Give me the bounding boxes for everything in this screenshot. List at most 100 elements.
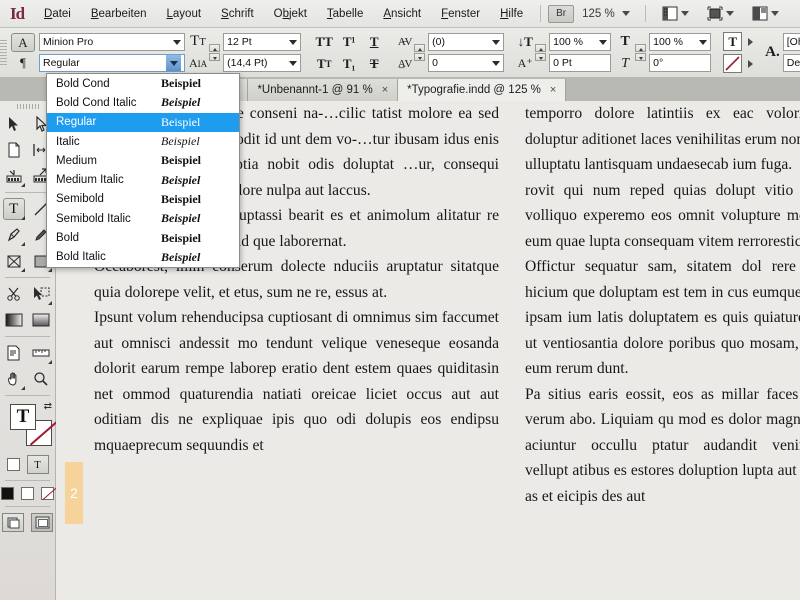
- font-style-field[interactable]: Regular: [39, 54, 185, 72]
- vertical-scale-field[interactable]: 100 %: [549, 33, 611, 51]
- chevron-down-icon[interactable]: [289, 61, 297, 66]
- chevron-down-icon[interactable]: [726, 11, 734, 16]
- style-option-bold-cond-italic[interactable]: Bold Cond Italic Beispiel: [47, 93, 239, 112]
- swap-fill-stroke-icon[interactable]: ⇄: [44, 401, 52, 412]
- baseline-shift-field[interactable]: 0 Pt: [549, 54, 611, 72]
- style-option-regular[interactable]: Regular Beispiel: [47, 113, 239, 132]
- style-option-medium-italic[interactable]: Medium Italic Beispiel: [47, 170, 239, 189]
- measure-tool[interactable]: [28, 340, 56, 366]
- subscript-icon[interactable]: T₁: [338, 54, 360, 73]
- pen-tool[interactable]: [0, 222, 28, 248]
- tool-flyout-indicator[interactable]: [48, 301, 52, 305]
- text-column-right[interactable]: temporro dolore latintiis ex eac voloria…: [525, 101, 800, 509]
- document-tab-unbenannt[interactable]: *Unbenannt-1 @ 91 % ×: [248, 79, 398, 101]
- superscript-icon[interactable]: T¹: [338, 32, 360, 51]
- chevron-down-icon[interactable]: [599, 40, 607, 45]
- gradient-feather-tool[interactable]: [28, 307, 56, 333]
- chevron-down-icon[interactable]: [681, 11, 689, 16]
- format-text-button[interactable]: T: [27, 455, 49, 474]
- zoom-tool[interactable]: [28, 366, 56, 392]
- small-caps-icon[interactable]: TT: [313, 54, 335, 73]
- page-tool[interactable]: [0, 137, 28, 163]
- chevron-down-icon[interactable]: [771, 11, 779, 16]
- type-tool[interactable]: T: [0, 196, 28, 222]
- tool-flyout-indicator[interactable]: [21, 242, 25, 246]
- tracking-field[interactable]: 0: [428, 54, 504, 72]
- style-option-medium[interactable]: Medium Beispiel: [47, 151, 239, 170]
- style-option-italic[interactable]: Italic Beispiel: [47, 132, 239, 151]
- free-transform-tool[interactable]: [28, 281, 56, 307]
- panel-gripper[interactable]: [0, 33, 7, 73]
- kerning-stepper[interactable]: [414, 44, 425, 61]
- fill-color-swatch[interactable]: T: [723, 32, 742, 51]
- horizontal-scale-field[interactable]: 100 %: [649, 33, 711, 51]
- stroke-flyout-arrow-icon[interactable]: [748, 60, 753, 68]
- chevron-down-icon[interactable]: [699, 40, 707, 45]
- content-collector-tool[interactable]: [0, 163, 28, 189]
- fill-swatch[interactable]: T: [10, 404, 36, 430]
- gradient-swatch-tool[interactable]: [0, 307, 28, 333]
- tool-flyout-indicator[interactable]: [48, 268, 52, 272]
- fill-flyout-arrow-icon[interactable]: [748, 38, 753, 46]
- character-formatting-toggle[interactable]: A: [11, 33, 35, 52]
- tool-flyout-indicator[interactable]: [48, 360, 52, 364]
- font-family-field[interactable]: Minion Pro: [39, 33, 185, 51]
- tool-flyout-indicator[interactable]: [21, 386, 25, 390]
- stroke-color-swatch[interactable]: [723, 54, 742, 73]
- chevron-down-icon[interactable]: [492, 40, 500, 45]
- menu-ansicht[interactable]: Ansicht: [373, 1, 431, 27]
- leading-field[interactable]: (14,4 Pt): [223, 54, 301, 72]
- style-option-bold-cond[interactable]: Bold Cond Beispiel: [47, 74, 239, 93]
- style-option-semibold-italic[interactable]: Semibold Italic Beispiel: [47, 209, 239, 228]
- workspace-switcher-button[interactable]: [743, 6, 788, 21]
- menu-bearbeiten[interactable]: Bearbeiten: [81, 1, 157, 27]
- font-size-stepper[interactable]: [209, 44, 220, 61]
- vertical-scale-stepper[interactable]: [535, 44, 546, 61]
- tool-flyout-indicator[interactable]: [21, 216, 25, 220]
- chevron-down-icon[interactable]: [622, 11, 630, 16]
- frame-tool[interactable]: [0, 248, 28, 274]
- apply-none-button[interactable]: [41, 487, 54, 500]
- chevron-down-icon[interactable]: [492, 61, 500, 66]
- font-style-dropdown-list[interactable]: Bold Cond Beispiel Bold Cond Italic Beis…: [46, 73, 240, 268]
- font-size-field[interactable]: 12 Pt: [223, 33, 301, 51]
- menu-hilfe[interactable]: Hilfe: [490, 1, 533, 27]
- underline-icon[interactable]: T: [363, 32, 385, 51]
- menu-fenster[interactable]: Fenster: [431, 1, 490, 27]
- selection-tool[interactable]: [0, 111, 28, 137]
- strikethrough-icon[interactable]: T: [363, 54, 385, 73]
- all-caps-icon[interactable]: TT: [313, 32, 335, 51]
- close-icon[interactable]: ×: [382, 84, 388, 96]
- menu-layout[interactable]: Layout: [157, 1, 212, 27]
- font-style-dropdown-button[interactable]: [166, 55, 181, 71]
- style-option-semibold[interactable]: Semibold Beispiel: [47, 190, 239, 209]
- chevron-down-icon[interactable]: [289, 40, 297, 45]
- document-tab-typografie[interactable]: *Typografie.indd @ 125 % ×: [398, 79, 566, 101]
- menu-datei[interactable]: Datei: [34, 1, 81, 27]
- character-style-field[interactable]: [Ohne: [783, 33, 800, 51]
- menu-schrift[interactable]: Schrift: [211, 1, 264, 27]
- zoom-level-control[interactable]: 125 %: [574, 8, 638, 20]
- screen-mode-button[interactable]: [698, 6, 743, 21]
- apply-color-button[interactable]: [1, 487, 14, 500]
- horizontal-scale-stepper[interactable]: [635, 44, 646, 61]
- scissors-tool[interactable]: [0, 281, 28, 307]
- normal-mode-button[interactable]: [2, 513, 24, 532]
- preview-mode-button[interactable]: [31, 513, 53, 532]
- hand-tool[interactable]: [0, 366, 28, 392]
- close-icon[interactable]: ×: [550, 84, 556, 96]
- tool-flyout-indicator[interactable]: [21, 183, 25, 187]
- format-container-button[interactable]: [7, 458, 20, 471]
- chevron-down-icon[interactable]: [173, 40, 181, 45]
- skew-field[interactable]: 0°: [649, 54, 711, 72]
- paragraph-formatting-toggle[interactable]: ¶: [11, 53, 35, 72]
- menu-tabelle[interactable]: Tabelle: [317, 1, 373, 27]
- style-option-bold[interactable]: Bold Beispiel: [47, 228, 239, 247]
- language-field[interactable]: Deuts: [783, 54, 800, 72]
- style-option-bold-italic[interactable]: Bold Italic Beispiel: [47, 248, 239, 267]
- note-tool[interactable]: [0, 340, 28, 366]
- apply-gradient-button[interactable]: [21, 487, 34, 500]
- bridge-button[interactable]: Br: [548, 5, 574, 23]
- tool-flyout-indicator[interactable]: [21, 268, 25, 272]
- kerning-field[interactable]: (0): [428, 33, 504, 51]
